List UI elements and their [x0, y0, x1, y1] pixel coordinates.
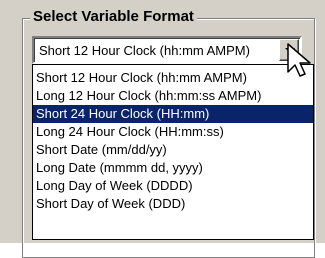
format-combobox[interactable]: Short 12 Hour Clock (hh:mm AMPM): [32, 36, 302, 64]
format-option[interactable]: Short Date (mm/dd/yy): [33, 141, 313, 159]
format-option-selected[interactable]: Short 24 Hour Clock (HH:mm): [33, 105, 313, 123]
chevron-down-icon: [285, 48, 295, 53]
format-option[interactable]: Long 24 Hour Clock (HH:mm:ss): [33, 123, 313, 141]
combobox-selected-value: Short 12 Hour Clock (hh:mm AMPM): [39, 43, 250, 58]
format-option[interactable]: Long Date (mmmm dd, yyyy): [33, 159, 313, 177]
dropdown-button[interactable]: [279, 39, 299, 61]
format-option[interactable]: Long 12 Hour Clock (hh:mm:ss AMPM): [33, 87, 313, 105]
format-option[interactable]: Long Day of Week (DDDD): [33, 177, 313, 195]
format-option[interactable]: Short 12 Hour Clock (hh:mm AMPM): [33, 69, 313, 87]
format-dropdown-list[interactable]: Short 12 Hour Clock (hh:mm AMPM) Long 12…: [32, 64, 314, 240]
group-title: Select Variable Format: [30, 8, 197, 26]
format-option[interactable]: Short Day of Week (DDD): [33, 195, 313, 213]
